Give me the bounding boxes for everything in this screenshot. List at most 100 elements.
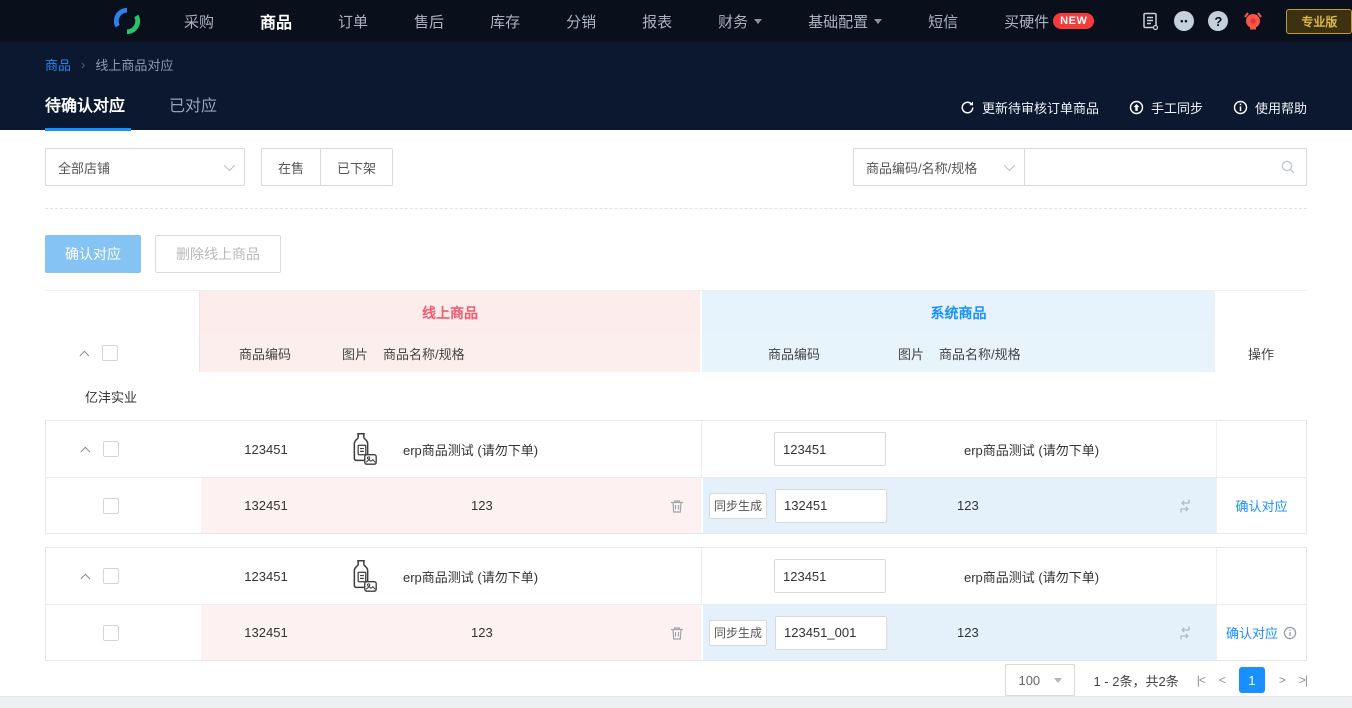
- online-product-code: 123451: [201, 569, 331, 584]
- child-row: 132451 123 同步生成 123: [46, 477, 1306, 533]
- chevron-down-icon: [1004, 160, 1015, 171]
- update-pending-orders-link[interactable]: 更新待审核订单商品: [960, 98, 1099, 117]
- confirm-match-button[interactable]: 确认对应: [45, 235, 141, 273]
- nav-item-orders[interactable]: 订单: [338, 11, 368, 32]
- breadcrumb: 商品 › 线上商品对应: [45, 42, 1307, 74]
- tab-pending-match[interactable]: 待确认对应: [45, 84, 131, 131]
- sale-status-toggle: 在售 已下架: [261, 148, 393, 186]
- sync-upload-icon: [1129, 100, 1144, 115]
- tab-matched[interactable]: 已对应: [169, 84, 223, 131]
- col-header-online-name: 商品名称/规格: [383, 344, 465, 363]
- nav-item-aftersales[interactable]: 售后: [414, 11, 444, 32]
- sync-generate-button[interactable]: 同步生成: [709, 493, 767, 519]
- delete-online-product-button[interactable]: 删除线上商品: [155, 235, 281, 273]
- search-group: 商品编码/名称/规格: [853, 148, 1307, 186]
- online-product-name: erp商品测试 (请勿下单): [391, 440, 538, 459]
- search-input[interactable]: [1035, 149, 1280, 185]
- search-field-select[interactable]: 商品编码/名称/规格: [853, 148, 1025, 186]
- nav-item-sms[interactable]: 短信: [928, 11, 958, 32]
- breadcrumb-parent[interactable]: 商品: [45, 55, 71, 74]
- table-column-header: 商品编码 图片 商品名称/规格 商品编码 图片 商品名称/规格 操作: [45, 334, 1307, 372]
- confirm-match-link[interactable]: 确认对应: [1235, 496, 1287, 515]
- collapse-caret-icon[interactable]: [80, 446, 90, 456]
- next-page-button[interactable]: >: [1279, 673, 1285, 687]
- swap-arrows-icon: [1176, 624, 1194, 641]
- last-page-button[interactable]: >|: [1299, 673, 1307, 687]
- col-header-online-image: 图片: [335, 344, 375, 363]
- online-sku-code: 132451: [201, 498, 331, 513]
- row-checkbox[interactable]: [103, 441, 119, 457]
- trash-icon[interactable]: [668, 497, 686, 514]
- table-group-header: 线上商品 系统商品: [45, 290, 1307, 334]
- question-icon[interactable]: ?: [1208, 11, 1228, 31]
- system-sku-code-input[interactable]: [775, 616, 887, 650]
- match-card: 123451 erp商品测试 (请勿下单): [45, 420, 1307, 534]
- pagination-range-text: 1 - 2条，共2条: [1093, 671, 1178, 690]
- online-product-code: 123451: [201, 442, 331, 457]
- app-logo-icon[interactable]: [112, 6, 142, 36]
- match-table: 线上商品 系统商品 商品编码 图片 商品名称/规格 商品编码 图片 商品名称/规…: [45, 290, 1307, 661]
- shop-group-label: 亿沣实业: [45, 372, 1307, 420]
- tab-bar: 待确认对应 已对应: [45, 84, 261, 131]
- header-action-links: 更新待审核订单商品 手工同步 使用帮助: [960, 98, 1307, 131]
- nav-item-inventory[interactable]: 库存: [490, 11, 520, 32]
- breadcrumb-current: 线上商品对应: [95, 55, 173, 74]
- row-checkbox[interactable]: [103, 568, 119, 584]
- sync-generate-button[interactable]: 同步生成: [709, 620, 767, 646]
- product-image-icon: [331, 557, 391, 595]
- match-card: 123451 erp商品测试 (请勿下单): [45, 547, 1307, 661]
- nav-item-basic-config[interactable]: 基础配置: [808, 11, 882, 32]
- top-nav: 采购 商品 订单 售后 库存 分销 报表 财务 基础配置 短信 买硬件NEW •…: [0, 0, 1352, 42]
- product-image-icon: [331, 430, 391, 468]
- onsale-button[interactable]: 在售: [261, 148, 321, 186]
- system-sku-code-input[interactable]: [775, 489, 887, 523]
- nav-item-buy-hardware[interactable]: 买硬件NEW: [1004, 11, 1094, 32]
- chevron-down-icon: [754, 19, 762, 24]
- nav-item-finance[interactable]: 财务: [718, 11, 762, 32]
- row-checkbox[interactable]: [103, 625, 119, 641]
- refresh-icon: [960, 100, 975, 115]
- system-code-input[interactable]: [774, 559, 886, 593]
- sub-header: 商品 › 线上商品对应 待确认对应 已对应 更新待审核订单商品 手工同步: [0, 42, 1352, 130]
- collapse-all-caret-icon[interactable]: [79, 350, 89, 360]
- confirm-match-link[interactable]: 确认对应: [1226, 623, 1297, 642]
- system-product-name: erp商品测试 (请勿下单): [886, 440, 1099, 459]
- swap-arrows-icon: [1176, 497, 1194, 514]
- page-size-select[interactable]: 100: [1005, 664, 1075, 696]
- chat-icon[interactable]: ••: [1174, 11, 1194, 31]
- col-header-operation: 操作: [1215, 334, 1307, 372]
- new-badge: NEW: [1053, 13, 1094, 29]
- nav-item-distribution[interactable]: 分销: [566, 11, 596, 32]
- system-code-input[interactable]: [774, 432, 886, 466]
- row-checkbox[interactable]: [103, 498, 119, 514]
- manual-sync-link[interactable]: 手工同步: [1129, 98, 1203, 117]
- info-circle-icon[interactable]: [1283, 626, 1297, 640]
- offshelf-button[interactable]: 已下架: [321, 148, 393, 186]
- chevron-down-icon: [874, 19, 882, 24]
- col-header-system-image: 图片: [891, 344, 931, 363]
- info-circle-icon: [1233, 100, 1248, 115]
- notification-icon[interactable]: [1242, 10, 1264, 32]
- child-row: 132451 123 同步生成 123: [46, 604, 1306, 660]
- pro-version-badge[interactable]: 专业版: [1286, 9, 1352, 34]
- nav-item-procurement[interactable]: 采购: [184, 11, 214, 32]
- parent-row: 123451 erp商品测试 (请勿下单): [46, 548, 1306, 604]
- nav-item-products[interactable]: 商品: [260, 9, 292, 33]
- prev-page-button[interactable]: <: [1219, 673, 1225, 687]
- trash-icon[interactable]: [668, 624, 686, 641]
- search-icon[interactable]: [1280, 159, 1296, 175]
- nav-item-reports[interactable]: 报表: [642, 11, 672, 32]
- invoice-icon[interactable]: [1140, 11, 1160, 31]
- select-all-checkbox[interactable]: [102, 345, 118, 361]
- action-bar: 确认对应 删除线上商品: [45, 235, 1307, 273]
- current-page-button[interactable]: 1: [1239, 667, 1265, 693]
- chevron-down-icon: [224, 160, 235, 171]
- parent-row: 123451 erp商品测试 (请勿下单): [46, 421, 1306, 477]
- help-link[interactable]: 使用帮助: [1233, 98, 1307, 117]
- first-page-button[interactable]: |<: [1197, 673, 1205, 687]
- online-products-group-header: 线上商品: [200, 291, 700, 334]
- collapse-caret-icon[interactable]: [80, 573, 90, 583]
- shop-select[interactable]: 全部店铺: [45, 148, 245, 186]
- online-sku-name: 123: [391, 625, 493, 640]
- system-products-group-header: 系统商品: [702, 291, 1215, 334]
